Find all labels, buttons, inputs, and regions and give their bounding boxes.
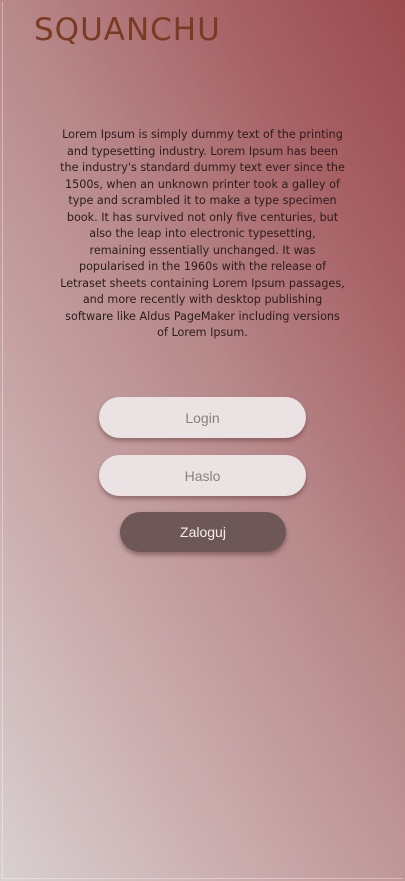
intro-text: Lorem Ipsum is simply dummy text of the … xyxy=(60,128,345,340)
login-submit-button[interactable]: Zaloguj xyxy=(120,512,286,552)
app-logo: SQUANCHU xyxy=(34,12,221,48)
login-input[interactable] xyxy=(99,397,306,438)
password-input[interactable] xyxy=(99,455,306,496)
